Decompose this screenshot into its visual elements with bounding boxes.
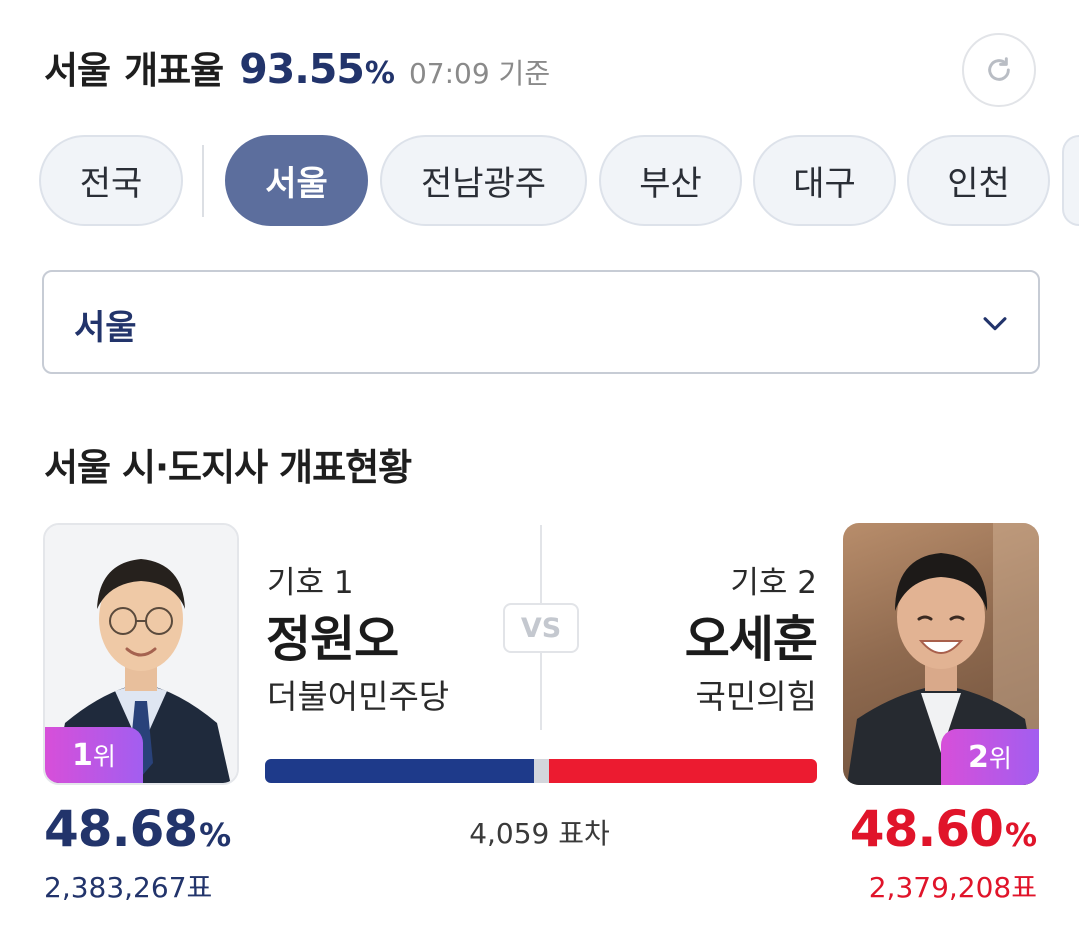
candidate-1-name[interactable]: 정원오 <box>266 600 399 671</box>
candidate-2-votes: 2,379,208표 <box>868 871 1037 904</box>
tab-jeonnam-gwangju[interactable]: 전남광주 <box>380 135 587 226</box>
count-rate: 93.55 <box>239 45 365 93</box>
candidate-1-party: 더불어민주당 <box>267 677 450 716</box>
candidate-2-rank-suffix: 위 <box>988 744 1012 773</box>
candidate-2-percent: 48.60% <box>850 800 1037 858</box>
candidate-1-photo[interactable]: 1위 <box>43 523 239 785</box>
region-select-value: 서울 <box>74 308 137 348</box>
candidate-1-rank-badge: 1위 <box>45 727 143 783</box>
tab-daegu[interactable]: 대구 <box>753 135 896 226</box>
vote-share-bar-candidate-1 <box>265 759 534 783</box>
candidate-2-party: 국민의힘 <box>695 677 817 716</box>
candidate-2-rank-badge: 2위 <box>941 729 1039 785</box>
vs-badge: VS <box>503 603 579 653</box>
header-label: 개표율 <box>124 49 224 92</box>
region-select[interactable]: 서울 <box>42 270 1040 374</box>
count-rate-percent-sign: % <box>364 56 395 91</box>
candidate-1-percent-value: 48.68 <box>44 800 198 858</box>
tab-divider <box>202 145 204 217</box>
vote-share-bar-candidate-2 <box>549 759 817 783</box>
candidate-2-name[interactable]: 오세훈 <box>685 600 818 671</box>
candidate-2-percent-value: 48.60 <box>849 800 1004 858</box>
candidate-1-percent-sign: % <box>199 816 232 854</box>
tab-busan[interactable]: 부산 <box>599 135 742 226</box>
update-time: 07:09 기준 <box>408 57 551 90</box>
candidate-1-number: 기호 1 <box>267 565 354 601</box>
candidate-1-votes: 2,383,267표 <box>44 871 213 904</box>
candidate-2-rank-number: 2 <box>968 739 989 775</box>
turnout-header: 서울 개표율 93.55 % 07:09 기준 <box>44 40 550 94</box>
tab-next-partial[interactable] <box>1062 135 1079 226</box>
chevron-down-icon <box>983 317 1007 331</box>
candidate-1-rank-number: 1 <box>72 737 93 773</box>
tab-incheon[interactable]: 인천 <box>907 135 1050 226</box>
tab-nationwide[interactable]: 전국 <box>39 135 183 226</box>
refresh-icon <box>988 57 1010 81</box>
region-tabs: 전국 서울 전남광주 부산 대구 인천 <box>0 135 1079 230</box>
candidate-2-number: 기호 2 <box>730 565 817 601</box>
candidate-2-percent-sign: % <box>1004 816 1037 854</box>
vote-share-bar <box>265 759 817 783</box>
vote-share-bar-remaining <box>534 759 549 783</box>
header-region: 서울 <box>44 49 111 92</box>
refresh-button[interactable] <box>962 33 1036 107</box>
candidate-1-rank-suffix: 위 <box>92 742 116 771</box>
candidate-1-percent: 48.68% <box>44 800 231 858</box>
candidate-2-photo[interactable]: 2위 <box>843 523 1039 785</box>
section-title: 서울 시·도지사 개표현황 <box>44 446 412 489</box>
tab-seoul[interactable]: 서울 <box>225 135 368 226</box>
